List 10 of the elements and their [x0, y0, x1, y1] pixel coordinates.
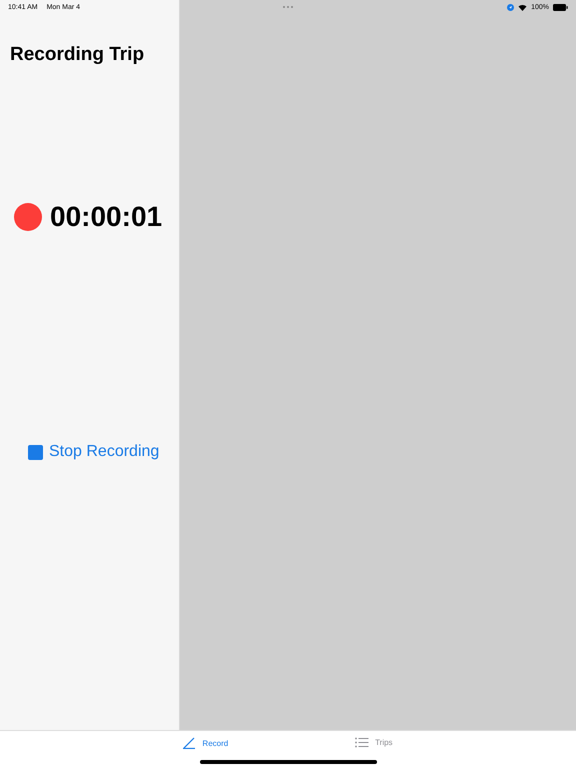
screen-title: Recording Trip: [10, 44, 146, 66]
tab[interactable]: Record: [179, 735, 232, 751]
wifi-icon: [518, 4, 528, 10]
timer: 00:00:01: [50, 201, 162, 233]
stop-icon: [28, 444, 43, 460]
location-icon: [507, 4, 514, 10]
tab[interactable]: Trips: [351, 735, 397, 750]
pencil-icon: [183, 737, 196, 749]
stop-recording-button[interactable]: Stop Recording: [28, 443, 160, 461]
list-icon: [355, 737, 370, 748]
